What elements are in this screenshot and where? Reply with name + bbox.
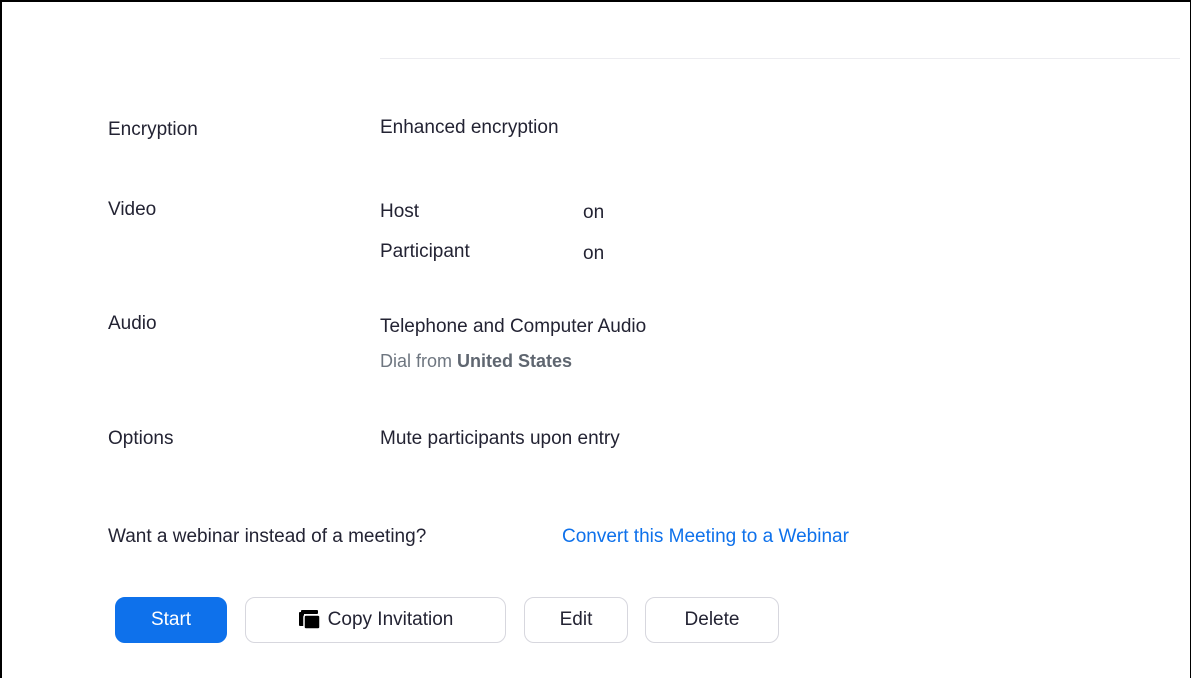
section-divider (380, 58, 1180, 59)
video-host-label: Host (380, 201, 420, 222)
video-participant-label: Participant (380, 241, 470, 262)
content-frame (0, 0, 1191, 678)
encryption-value: Enhanced encryption (380, 117, 559, 138)
audio-dial-info: Dial from United States (380, 351, 572, 372)
convert-to-webinar-link[interactable]: Convert this Meeting to a Webinar (562, 526, 849, 548)
start-button[interactable]: Start (115, 597, 227, 643)
copy-icon (298, 610, 322, 630)
options-value: Mute participants upon entry (380, 428, 620, 449)
options-label: Options (108, 428, 174, 449)
video-host-value: on (583, 202, 605, 223)
webinar-question: Want a webinar instead of a meeting? (108, 526, 427, 547)
video-participant-value: on (583, 243, 605, 264)
audio-value: Telephone and Computer Audio (380, 316, 647, 337)
encryption-label: Encryption (108, 119, 198, 140)
copy-invitation-button[interactable]: Copy Invitation (245, 597, 506, 643)
start-button-label: Start (150, 609, 192, 630)
audio-dial-country: United States (457, 351, 573, 371)
video-label: Video (108, 199, 157, 220)
delete-button[interactable]: Delete (645, 597, 779, 643)
copy-invitation-label: Copy Invitation (327, 609, 454, 630)
delete-button-label: Delete (684, 609, 740, 630)
edit-button-label: Edit (559, 609, 593, 630)
audio-dial-prefix: Dial from (380, 351, 453, 371)
audio-label: Audio (108, 313, 157, 334)
edit-button[interactable]: Edit (524, 597, 628, 643)
